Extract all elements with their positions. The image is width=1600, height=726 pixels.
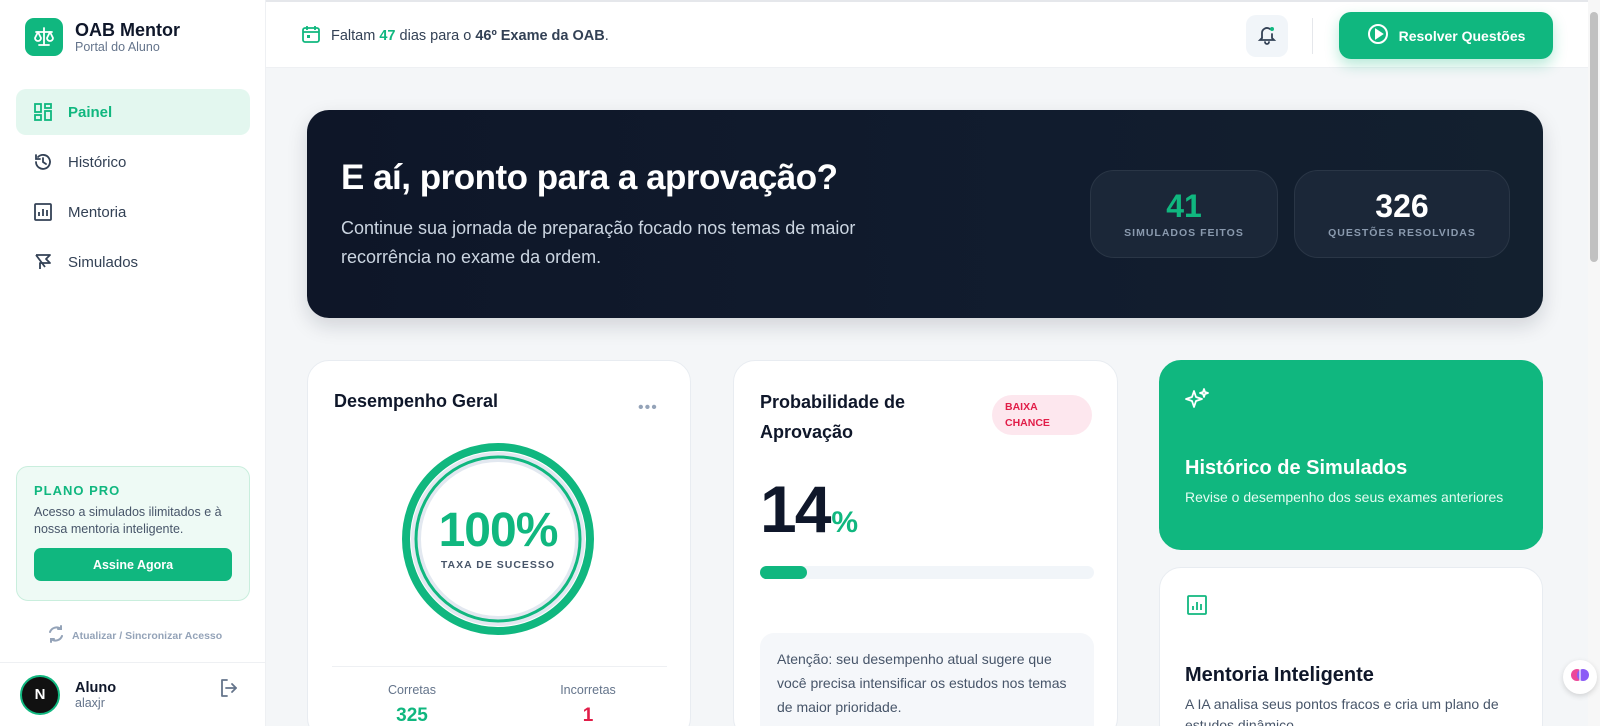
dashboard-icon (32, 101, 54, 123)
stat-value: 41 (1166, 188, 1202, 224)
page-scrollbar[interactable] (1588, 0, 1600, 726)
approval-probability-card: Probabilidade de Aprovação BAIXA CHANCE … (733, 360, 1118, 726)
sidebar-item-label: Painel (68, 103, 113, 121)
incorrect-value: 1 (582, 705, 594, 726)
stat-label: QUESTÕES RESOLVIDAS (1328, 227, 1476, 239)
probability-title-line2: Aprovação (760, 422, 854, 442)
scales-icon (25, 18, 63, 56)
stat-value: 326 (1375, 188, 1429, 224)
plan-description: Acesso a simulados ilimitados e à nossa … (34, 505, 222, 536)
user-profile: N Aluno alaxjr (0, 662, 266, 726)
countdown-days: 47 (379, 28, 396, 44)
brand-title: OAB Mentor (75, 19, 180, 40)
sidebar-item-label: Histórico (68, 153, 127, 171)
brand[interactable]: OAB Mentor Portal do Aluno (25, 18, 180, 56)
sidebar-item-painel[interactable]: Painel (16, 89, 250, 135)
progress-fill (760, 566, 807, 579)
status-badge: BAIXA CHANCE (992, 395, 1092, 435)
incorrect-stat: Incorretas 1 (518, 683, 658, 726)
sidebar-item-label: Mentoria (68, 203, 127, 221)
logout-icon[interactable] (218, 677, 240, 704)
user-handle: alaxjr (75, 695, 105, 710)
mentor-card-title: Mentoria Inteligente (1185, 664, 1374, 686)
hero-title: E aí, pronto para a aprovação? (341, 158, 838, 197)
performance-title: Desempenho Geral (334, 391, 499, 411)
plan-title: PLANO PRO (34, 483, 121, 498)
mentor-card-description: A IA analisa seus pontos fracos e cria u… (1185, 696, 1499, 726)
refresh-icon (46, 624, 66, 647)
countdown-prefix: Faltam (331, 28, 376, 44)
exam-countdown: Faltam 47 dias para o 46º Exame da OAB. (301, 24, 609, 48)
sidebar-item-simulados[interactable]: Simulados (16, 239, 250, 285)
correct-value: 325 (396, 705, 428, 726)
stat-label: SIMULADOS FEITOS (1124, 227, 1244, 239)
hero-subtitle: Continue sua jornada de preparação focad… (341, 218, 856, 267)
probability-warning: Atenção: seu desempenho atual sugere que… (760, 633, 1094, 726)
subscribe-button[interactable]: Assine Agora (34, 548, 232, 581)
sidebar-item-label: Simulados (68, 253, 139, 271)
brand-subtitle: Portal do Aluno (75, 39, 160, 54)
correct-label: Corretas (388, 683, 436, 697)
assistant-button[interactable] (1563, 660, 1597, 694)
history-card-title: Histórico de Simulados (1185, 457, 1408, 479)
more-options-icon[interactable]: ••• (638, 399, 658, 417)
play-icon (1367, 23, 1389, 48)
incorrect-label: Incorretas (560, 683, 616, 697)
badge-line1: BAIXA (1005, 401, 1038, 413)
avatar[interactable]: N (20, 674, 60, 715)
user-name: Aluno (75, 679, 117, 696)
scrollbar-thumb[interactable] (1590, 12, 1598, 262)
probability-title-line1: Probabilidade de (760, 392, 906, 412)
solve-questions-button[interactable]: Resolver Questões (1339, 12, 1553, 59)
countdown-middle: dias para o (399, 28, 472, 44)
bell-icon (1256, 23, 1278, 50)
notifications-button[interactable] (1246, 15, 1288, 57)
mentor-card[interactable]: Mentoria Inteligente A IA analisa seus p… (1159, 567, 1543, 726)
countdown-suffix: . (604, 28, 609, 44)
sync-label: Atualizar / Sincronizar Acesso (72, 629, 223, 642)
probability-number: 14 (760, 472, 831, 546)
solve-questions-label: Resolver Questões (1398, 27, 1526, 44)
badge-line2: CHANCE (1005, 417, 1050, 429)
divider (332, 666, 667, 667)
performance-card: Desempenho Geral ••• 100% TAXA DE SUCESS… (307, 360, 691, 726)
probability-unit: % (831, 506, 859, 539)
sync-access-button[interactable]: Atualizar / Sincronizar Acesso (46, 624, 222, 647)
sparkles-icon (1184, 387, 1210, 418)
countdown-text: Faltam 47 dias para o 46º Exame da OAB. (331, 28, 609, 44)
sidebar: OAB Mentor Portal do Aluno Painel Histór… (0, 0, 266, 726)
probability-title: Probabilidade de Aprovação (760, 387, 905, 447)
plan-pro-card: PLANO PRO Acesso a simulados ilimitados … (16, 466, 250, 601)
history-card-description: Revise o desempenho dos seus exames ante… (1185, 489, 1504, 505)
exam-icon (32, 251, 54, 273)
success-rate-ring: 100% TAXA DE SUCESSO (398, 439, 598, 644)
welcome-banner: E aí, pronto para a aprovação? Continue … (307, 110, 1543, 318)
success-rate-value: 100% (438, 504, 559, 557)
divider (1312, 18, 1313, 54)
calendar-icon (301, 24, 321, 48)
success-rate-caption: TAXA DE SUCESSO (440, 559, 556, 571)
history-icon (32, 151, 54, 173)
sidebar-nav: Painel Histórico Mentoria Simulados (16, 89, 250, 289)
countdown-exam: 46º Exame da OAB (475, 28, 605, 44)
probability-value: 14 % (760, 471, 858, 547)
brain-icon (1569, 664, 1591, 691)
correct-stat: Corretas 325 (342, 683, 482, 726)
top-bar: Faltam 47 dias para o 46º Exame da OAB. … (266, 0, 1588, 68)
history-card[interactable]: Histórico de Simulados Revise o desempen… (1159, 360, 1543, 550)
stat-simulados: 41 SIMULADOS FEITOS (1090, 170, 1278, 258)
sidebar-item-historico[interactable]: Histórico (16, 139, 250, 185)
sidebar-item-mentoria[interactable]: Mentoria (16, 189, 250, 235)
stat-questoes: 326 QUESTÕES RESOLVIDAS (1294, 170, 1510, 258)
probability-progress-bar (760, 566, 1094, 579)
chart-icon (1186, 594, 1208, 621)
chart-icon (32, 201, 54, 223)
